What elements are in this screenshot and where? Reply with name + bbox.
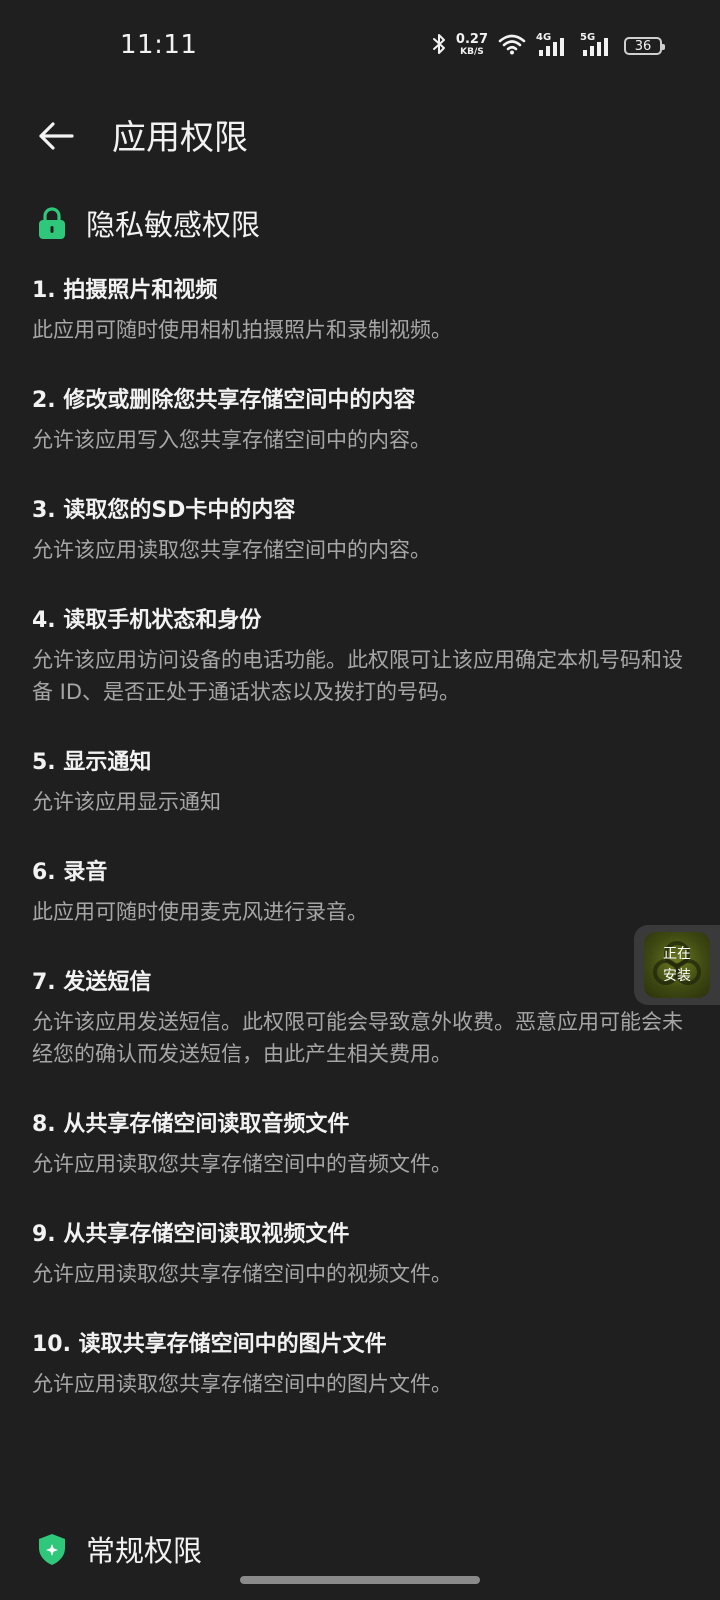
page-title: 应用权限 — [112, 118, 248, 158]
privacy-section-title: 隐私敏感权限 — [86, 208, 261, 242]
permission-title: 8. 从共享存储空间读取音频文件 — [32, 1112, 350, 1137]
permission-item: 10. 读取共享存储空间中的图片文件 允许应用读取您共享存储空间中的图片文件。 — [32, 1330, 692, 1400]
permission-title: 10. 读取共享存储空间中的图片文件 — [32, 1332, 387, 1357]
permission-item: 6. 录音 此应用可随时使用麦克风进行录音。 — [32, 858, 692, 928]
permission-description: 此应用可随时使用相机拍摄照片和录制视频。 — [32, 318, 452, 342]
status-time: 11:11 — [120, 30, 198, 60]
permission-item: 2. 修改或删除您共享存储空间中的内容 允许该应用写入您共享存储空间中的内容。 — [32, 386, 692, 456]
permission-title: 7. 发送短信 — [32, 970, 152, 995]
battery-icon: 36 — [624, 37, 665, 55]
privacy-section-header: 隐私敏感权限 — [36, 202, 260, 244]
battery-level: 36 — [634, 38, 652, 54]
permission-list: 1. 拍摄照片和视频 此应用可随时使用相机拍摄照片和录制视频。 2. 修改或删除… — [32, 276, 692, 1440]
permission-description: 允许该应用显示通知 — [32, 790, 221, 814]
app-permissions-page: 11:11 0.27 KB/S 4G 5G 36 应用权限 隐私敏感权限 1. … — [0, 0, 720, 1600]
permission-item: 1. 拍摄照片和视频 此应用可随时使用相机拍摄照片和录制视频。 — [32, 276, 692, 346]
permission-item: 3. 读取您的SD卡中的内容 允许该应用读取您共享存储空间中的内容。 — [32, 496, 692, 566]
permission-description: 允许应用读取您共享存储空间中的视频文件。 — [32, 1262, 452, 1286]
installing-floating-widget[interactable]: 正在安装 — [634, 925, 720, 1005]
permission-title: 6. 录音 — [32, 860, 108, 885]
permission-description: 允许该应用访问设备的电话功能。此权限可让该应用确定本机号码和设备 ID、是否正处… — [32, 648, 683, 704]
status-icons: 0.27 KB/S 4G 5G 36 — [432, 30, 665, 62]
permission-description: 允许该应用写入您共享存储空间中的内容。 — [32, 428, 431, 452]
signal-5g-icon: 5G — [580, 32, 614, 58]
signal-4g-icon: 4G — [536, 32, 570, 58]
general-section-header: 常规权限 — [36, 1528, 202, 1570]
bluetooth-icon — [432, 32, 446, 60]
general-section-title: 常规权限 — [86, 1534, 203, 1568]
status-bar: 11:11 0.27 KB/S 4G 5G 36 — [0, 0, 720, 92]
lock-icon — [39, 207, 65, 239]
installing-app-tile: 正在安装 — [644, 932, 710, 998]
network-speed-unit: KB/S — [460, 47, 484, 57]
app-bar: 应用权限 — [0, 100, 720, 172]
shield-icon — [39, 1534, 65, 1565]
network-speed-value: 0.27 — [455, 32, 488, 47]
permission-item: 8. 从共享存储空间读取音频文件 允许应用读取您共享存储空间中的音频文件。 — [32, 1110, 692, 1180]
permission-description: 允许应用读取您共享存储空间中的图片文件。 — [32, 1372, 452, 1396]
permission-item: 7. 发送短信 允许该应用发送短信。此权限可能会导致意外收费。恶意应用可能会未经… — [32, 968, 692, 1070]
wifi-icon — [498, 33, 526, 59]
permission-item: 5. 显示通知 允许该应用显示通知 — [32, 748, 692, 818]
network-speed: 0.27 KB/S — [455, 32, 488, 58]
home-indicator[interactable] — [240, 1576, 480, 1584]
permission-title: 4. 读取手机状态和身份 — [32, 608, 262, 633]
back-button[interactable] — [34, 114, 78, 158]
permission-item: 9. 从共享存储空间读取视频文件 允许应用读取您共享存储空间中的视频文件。 — [32, 1220, 692, 1290]
permission-item: 4. 读取手机状态和身份 允许该应用访问设备的电话功能。此权限可让该应用确定本机… — [32, 606, 692, 708]
permission-title: 1. 拍摄照片和视频 — [32, 278, 218, 303]
installing-label: 正在安装 — [663, 946, 691, 984]
permission-description: 允许该应用读取您共享存储空间中的内容。 — [32, 538, 431, 562]
permission-description: 此应用可随时使用麦克风进行录音。 — [32, 900, 368, 924]
permission-description: 允许应用读取您共享存储空间中的音频文件。 — [32, 1152, 452, 1176]
permission-title: 2. 修改或删除您共享存储空间中的内容 — [32, 388, 416, 413]
permission-description: 允许该应用发送短信。此权限可能会导致意外收费。恶意应用可能会未经您的确认而发送短… — [32, 1010, 683, 1066]
permission-title: 9. 从共享存储空间读取视频文件 — [32, 1222, 350, 1247]
arrow-left-icon — [39, 122, 74, 150]
permission-title: 5. 显示通知 — [32, 750, 152, 775]
permission-title: 3. 读取您的SD卡中的内容 — [32, 498, 296, 523]
